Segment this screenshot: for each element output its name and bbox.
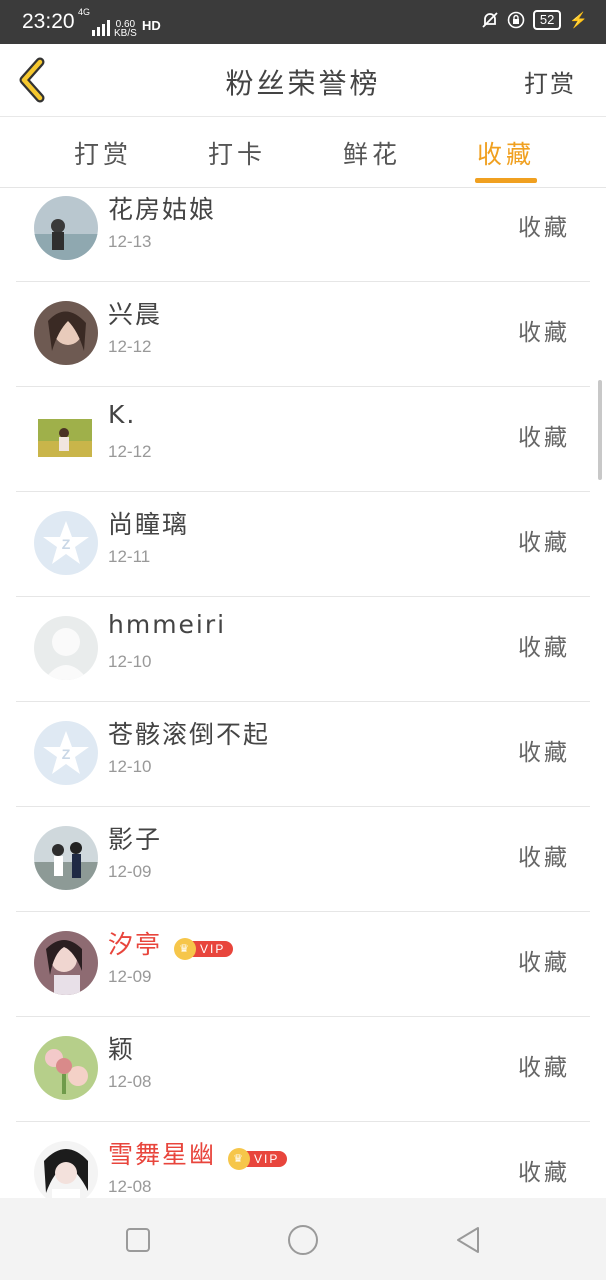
tab-reward[interactable]: 打赏	[58, 135, 148, 171]
crown-icon: ♛	[174, 938, 197, 960]
svg-text:Z: Z	[62, 536, 71, 552]
crown-icon: ♛	[228, 1148, 251, 1170]
status-right: 52 ⚡	[481, 10, 588, 30]
active-tab-indicator	[475, 178, 537, 183]
list-item[interactable]: 花房姑娘 12-13 收藏	[16, 188, 590, 282]
signal-icon	[92, 20, 110, 36]
list-item[interactable]: hmmeiri 12-10 收藏	[16, 596, 590, 702]
favorite-label: 收藏	[518, 635, 570, 661]
charging-icon: ⚡	[569, 12, 588, 29]
network-speed: 0.60 KB/S	[114, 20, 137, 39]
avatar[interactable]: Z	[34, 721, 98, 785]
speed-unit: KB/S	[114, 28, 137, 39]
avatar[interactable]	[34, 1141, 98, 1198]
user-name: 兴晨	[108, 300, 163, 329]
app-header: 粉丝荣誉榜 打赏	[0, 44, 606, 117]
system-nav-bar	[0, 1198, 606, 1280]
tab-flowers[interactable]: 鲜花	[327, 135, 417, 171]
vip-badge: ♛ VIP	[174, 933, 234, 960]
avatar[interactable]	[34, 826, 98, 890]
reward-button[interactable]: 打赏	[524, 64, 576, 99]
circle-icon[interactable]	[285, 1222, 321, 1258]
page-title: 粉丝荣誉榜	[225, 67, 381, 100]
avatar[interactable]	[38, 419, 92, 457]
user-name: hmmeiri	[108, 610, 227, 639]
list-item[interactable]: 影子 12-09 收藏	[16, 806, 590, 912]
network-type: 4G	[78, 7, 91, 17]
svg-text:Z: Z	[62, 746, 71, 762]
user-name: 苍骸滚倒不起	[108, 720, 271, 749]
user-name: 尚瞳璃	[108, 510, 190, 539]
battery-level: 52	[532, 10, 562, 30]
user-name: K.	[108, 400, 137, 429]
favorite-label: 收藏	[518, 845, 570, 871]
list-item[interactable]: 兴晨 12-12 收藏	[16, 281, 590, 387]
hd-indicator: HD	[142, 18, 161, 33]
favorite-date: 12-12	[108, 442, 152, 461]
user-name: 花房姑娘	[108, 195, 217, 224]
favorite-label: 收藏	[518, 425, 570, 451]
tab-favorites[interactable]: 收藏	[461, 135, 551, 171]
favorite-label: 收藏	[518, 1055, 570, 1081]
lock-rotation-icon	[507, 11, 525, 29]
mute-icon	[482, 12, 498, 28]
favorite-label: 收藏	[518, 215, 570, 241]
user-name: 汐亭 ♛ VIP	[108, 925, 234, 961]
list-item[interactable]: Z 苍骸滚倒不起 12-10 收藏	[16, 701, 590, 807]
favorite-date: 12-12	[108, 337, 152, 356]
avatar[interactable]	[34, 1036, 98, 1100]
favorite-date: 12-08	[108, 1177, 152, 1196]
user-name: 雪舞星幽 ♛ VIP	[108, 1135, 288, 1171]
favorite-date: 12-10	[108, 757, 152, 776]
user-name-text: 雪舞星幽	[108, 1140, 217, 1169]
favorite-label: 收藏	[518, 740, 570, 766]
vip-badge: ♛ VIP	[228, 1143, 288, 1170]
favorite-label: 收藏	[518, 1160, 570, 1186]
status-bar: 23:20 4G 0.60 KB/S HD 52 ⚡	[0, 0, 606, 44]
favorite-date: 12-10	[108, 652, 152, 671]
favorite-date: 12-08	[108, 1072, 152, 1091]
tab-checkin[interactable]: 打卡	[192, 135, 282, 171]
list-item[interactable]: 雪舞星幽 ♛ VIP 12-08 收藏	[16, 1121, 590, 1198]
avatar[interactable]	[34, 616, 98, 680]
user-name-text: 汐亭	[108, 930, 163, 959]
user-name: 颖	[108, 1035, 136, 1064]
favorite-label: 收藏	[518, 950, 570, 976]
list-item[interactable]: 汐亭 ♛ VIP 12-09 收藏	[16, 911, 590, 1017]
list-item[interactable]: K. 12-12 收藏	[16, 386, 590, 492]
favorite-date: 12-09	[108, 862, 152, 881]
avatar[interactable]	[34, 931, 98, 995]
list-item[interactable]: Z 尚瞳璃 12-11 收藏	[16, 491, 590, 597]
list-item[interactable]: 颖 12-08 收藏	[16, 1016, 590, 1122]
favorite-date: 12-11	[108, 547, 151, 566]
status-time: 23:20	[22, 10, 75, 33]
favorite-label: 收藏	[518, 530, 570, 556]
fan-list[interactable]: 花房姑娘 12-13 收藏 兴晨 12-12 收藏 K. 12-12 收藏 Z …	[0, 188, 606, 1198]
scrollbar[interactable]	[598, 380, 602, 480]
favorite-label: 收藏	[518, 320, 570, 346]
square-icon[interactable]	[120, 1222, 156, 1258]
favorite-date: 12-09	[108, 967, 152, 986]
triangle-left-icon[interactable]	[450, 1222, 486, 1258]
user-name: 影子	[108, 825, 163, 854]
avatar[interactable]	[34, 196, 98, 260]
avatar[interactable]: Z	[34, 511, 98, 575]
avatar[interactable]	[34, 301, 98, 365]
favorite-date: 12-13	[108, 232, 152, 251]
